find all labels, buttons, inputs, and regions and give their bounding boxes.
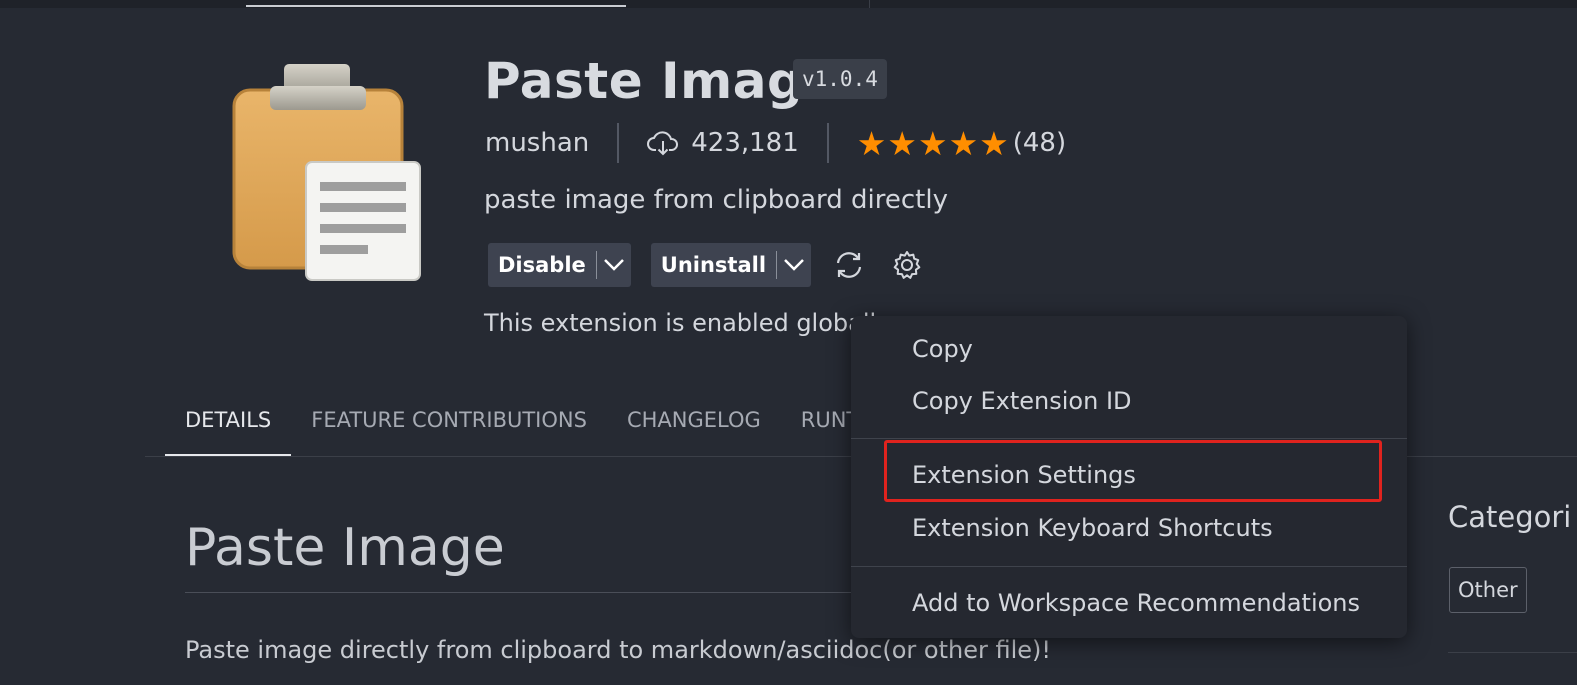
cloud-download-icon [647,131,679,156]
menu-separator [851,438,1407,439]
extension-status-text: This extension is enabled globally [484,309,891,337]
context-menu: Copy Copy Extension ID Extension Setting… [851,316,1407,638]
star-icon: ★ [979,123,1009,163]
chevron-down-icon [784,259,804,271]
sync-button[interactable] [831,247,867,283]
manage-gear-button[interactable] [889,247,925,283]
category-tag[interactable]: Other [1449,567,1527,613]
meta-divider [617,123,620,163]
star-icon: ★ [917,123,948,163]
extension-actions: Disable Uninstall [488,243,947,287]
gear-icon [893,251,921,279]
uninstall-dropdown-button[interactable] [777,243,811,287]
publisher-link[interactable]: mushan [485,128,589,158]
star-icon: ★ [948,123,979,163]
meta-divider [826,123,829,163]
menu-item-add-to-workspace-recommendations[interactable]: Add to Workspace Recommendations [912,589,1360,617]
tab-changelog[interactable]: CHANGELOG [627,400,761,456]
version-badge: v1.0.4 [793,59,887,99]
extension-meta-row: mushan 423,181 ★ ★ ★ ★ ★ (48) [485,122,1066,164]
sync-icon [836,252,862,278]
readme-title: Paste Image [185,518,505,578]
menu-item-extension-keyboard-shortcuts[interactable]: Extension Keyboard Shortcuts [912,514,1273,542]
menu-item-copy-extension-id[interactable]: Copy Extension ID [912,387,1132,415]
rating[interactable]: ★ ★ ★ ★ ★ (48) [857,127,1066,160]
extension-title: Paste Image [484,52,838,110]
active-editor-tab-indicator [246,5,626,7]
star-icon: ★ [887,123,917,163]
menu-item-extension-settings[interactable]: Extension Settings [912,461,1136,489]
rating-count: (48) [1012,128,1067,158]
uninstall-split-button: Uninstall [650,243,812,287]
sidebar-divider [1448,652,1577,653]
extension-detail-tabs: DETAILS FEATURE CONTRIBUTIONS CHANGELOG … [165,400,899,456]
categories-heading: Categori [1448,500,1572,534]
tab-separator [869,0,870,8]
extension-description: paste image from clipboard directly [484,185,948,215]
uninstall-button[interactable]: Uninstall [651,243,776,287]
menu-separator [851,566,1407,567]
disable-button[interactable]: Disable [488,243,596,287]
editor-tab-bar [0,0,1577,8]
install-count-value: 423,181 [691,128,799,158]
install-count: 423,181 [647,128,799,158]
chevron-down-icon [603,259,624,271]
menu-item-copy[interactable]: Copy [912,335,973,363]
disable-dropdown-button[interactable] [597,243,631,287]
tab-feature-contributions[interactable]: FEATURE CONTRIBUTIONS [311,400,587,456]
star-icon: ★ [856,123,887,163]
clipboard-logo-icon [228,58,428,288]
disable-split-button: Disable [488,243,631,287]
readme-intro: Paste image directly from clipboard to m… [185,636,1052,664]
tab-details[interactable]: DETAILS [165,400,292,456]
